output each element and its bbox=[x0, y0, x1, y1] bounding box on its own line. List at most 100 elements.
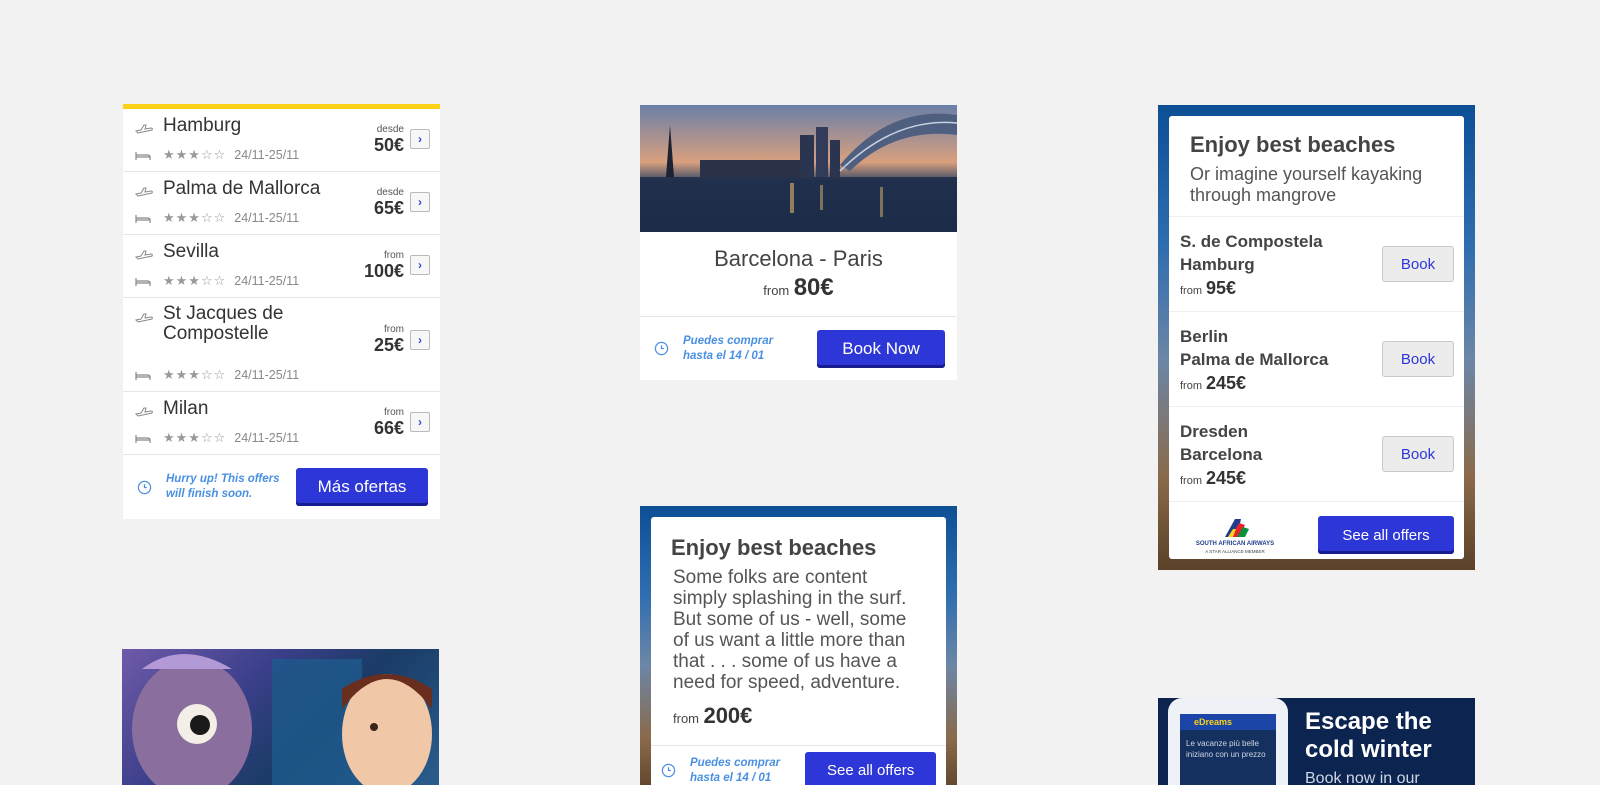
promo-price: from 200€ bbox=[651, 693, 946, 729]
beaches-routes-card: Enjoy best beaches Or imagine yourself k… bbox=[1158, 105, 1475, 570]
plane-icon bbox=[135, 124, 153, 134]
offer-price: 50€ bbox=[373, 134, 404, 155]
airline-tail-icon bbox=[1225, 518, 1249, 537]
price-from-label: from bbox=[1180, 474, 1202, 487]
clock-icon bbox=[654, 341, 669, 356]
route-price: 245€ bbox=[1206, 372, 1247, 393]
price-value: 80€ bbox=[793, 274, 834, 301]
bed-icon bbox=[135, 435, 151, 443]
promo-image bbox=[132, 654, 432, 785]
book-button[interactable]: Book bbox=[1382, 341, 1454, 377]
price-from-label: from bbox=[763, 283, 790, 298]
rating-stars: ★★★☆☆ bbox=[163, 210, 227, 225]
book-now-button[interactable]: Book Now bbox=[817, 329, 945, 368]
route-price: from 80€ bbox=[640, 274, 957, 302]
offer-row[interactable]: Palma de Mallorca ★★★☆☆ 24/11-25/11 desde… bbox=[123, 172, 440, 235]
route-destination: Barcelona bbox=[1180, 444, 1263, 464]
phone-mockup: eDreams Le vacanze più belle iniziano co… bbox=[1168, 698, 1288, 785]
chevron-right-icon[interactable]: › bbox=[410, 330, 430, 350]
offer-dates: 24/11-25/11 bbox=[234, 274, 300, 288]
card-subtitle: Or imagine yourself kayaking through man… bbox=[1190, 164, 1423, 205]
route-footer: Puedes comprar hasta el 14 / 01 Book Now bbox=[640, 316, 957, 380]
list-footer: Hurry up! This offers will finish soon. … bbox=[123, 455, 440, 519]
price-from-label: from bbox=[1180, 284, 1202, 297]
phone-brand: eDreams bbox=[1180, 714, 1276, 730]
rating-stars: ★★★☆☆ bbox=[163, 430, 227, 445]
chevron-right-icon[interactable]: › bbox=[410, 255, 430, 275]
winter-title: Escape the cold winter bbox=[1305, 708, 1432, 763]
airline-name: SOUTH AFRICAN AIRWAYS bbox=[1195, 540, 1275, 547]
bed-icon bbox=[135, 152, 151, 160]
rating-stars: ★★★☆☆ bbox=[163, 147, 227, 162]
route-price: 95€ bbox=[1206, 277, 1237, 298]
price-from-label: from bbox=[384, 249, 404, 261]
offer-city: Palma de Mallorca bbox=[163, 178, 321, 199]
beaches-promo-card: Enjoy best beaches Some folks are conten… bbox=[640, 506, 957, 785]
route-origin: Berlin bbox=[1180, 326, 1229, 346]
offer-row[interactable]: Milan ★★★☆☆ 24/11-25/11 from 66€ › bbox=[123, 392, 440, 455]
offer-price: 25€ bbox=[373, 335, 404, 355]
card-footer: Puedes comprar hasta el 14 / 01 See all … bbox=[651, 745, 946, 785]
plane-icon bbox=[135, 187, 153, 197]
price-from-label: from bbox=[673, 711, 699, 726]
book-button[interactable]: Book bbox=[1382, 436, 1454, 472]
plane-icon bbox=[135, 313, 153, 323]
offer-dates: 24/11-25/11 bbox=[234, 148, 300, 162]
offer-price: 100€ bbox=[363, 260, 404, 281]
see-all-offers-button[interactable]: See all offers bbox=[1318, 516, 1454, 554]
clock-icon bbox=[661, 763, 676, 778]
chevron-right-icon[interactable]: › bbox=[410, 192, 430, 212]
chevron-right-icon[interactable]: › bbox=[410, 412, 430, 432]
offer-price: 66€ bbox=[373, 417, 404, 438]
more-offers-button[interactable]: Más ofertas bbox=[296, 468, 428, 506]
offer-city: St Jacques de Compostelle bbox=[163, 303, 284, 344]
airline-tagline: A STAR ALLIANCE MEMBER bbox=[1205, 548, 1265, 554]
rating-stars: ★★★☆☆ bbox=[163, 273, 227, 288]
offer-price: 65€ bbox=[373, 197, 404, 218]
route-origin: Dresden bbox=[1180, 421, 1249, 441]
offer-row[interactable]: Sevilla ★★★☆☆ 24/11-25/11 from 100€ › bbox=[123, 235, 440, 298]
route-row: Dresden Barcelona from 245€ Book bbox=[1169, 407, 1464, 502]
offer-city: Milan bbox=[163, 398, 209, 419]
offer-row[interactable]: Hamburg ★★★☆☆ 24/11-25/11 desde 50€ › bbox=[123, 109, 440, 172]
route-destination: Palma de Mallorca bbox=[1180, 349, 1329, 369]
airline-logo: SOUTH AFRICAN AIRWAYS A STAR ALLIANCE ME… bbox=[1195, 517, 1275, 554]
price-from-label: desde bbox=[376, 123, 404, 135]
offer-dates: 24/11-25/11 bbox=[234, 368, 300, 382]
book-button[interactable]: Book bbox=[1382, 246, 1454, 282]
bed-icon bbox=[135, 215, 151, 223]
route-title: Barcelona - Paris bbox=[714, 246, 883, 271]
chevron-right-icon[interactable]: › bbox=[410, 129, 430, 149]
route-row: Berlin Palma de Mallorca from 245€ Book bbox=[1169, 312, 1464, 407]
price-from-label: from bbox=[384, 324, 404, 335]
clock-icon bbox=[137, 480, 152, 494]
offer-city: Sevilla bbox=[163, 241, 219, 262]
family-photo-card[interactable] bbox=[122, 649, 439, 785]
offers-list-card: Hamburg ★★★☆☆ 24/11-25/11 desde 50€ › Pal… bbox=[123, 104, 440, 519]
buy-until-text: Puedes comprar hasta el 14 / 01 bbox=[683, 334, 774, 362]
offer-city: Hamburg bbox=[163, 115, 242, 136]
plane-icon bbox=[135, 407, 153, 417]
winter-subtitle: Book now in our bbox=[1305, 770, 1420, 785]
buy-until-text: Puedes comprar hasta el 14 / 01 bbox=[690, 756, 781, 784]
route-offer-card: Barcelona - Paris from 80€ Puedes compra… bbox=[640, 105, 957, 380]
route-row: S. de Compostela Hamburg from 95€ Book bbox=[1169, 217, 1464, 312]
beaches-card-panel: Enjoy best beaches Or imagine yourself k… bbox=[1169, 116, 1464, 559]
route-price: 245€ bbox=[1206, 467, 1247, 488]
card-title: Enjoy best beaches bbox=[671, 535, 877, 560]
card-description: Some folks are content simply splashing … bbox=[673, 567, 907, 693]
route-destination: Hamburg bbox=[1180, 254, 1255, 274]
offer-dates: 24/11-25/11 bbox=[234, 211, 300, 225]
winter-promo-card[interactable]: eDreams Le vacanze più belle iniziano co… bbox=[1158, 698, 1475, 785]
city-skyline-image bbox=[640, 105, 957, 232]
route-origin: S. de Compostela bbox=[1180, 231, 1323, 251]
beaches-promo-panel: Enjoy best beaches Some folks are conten… bbox=[651, 517, 946, 785]
bed-icon bbox=[135, 372, 151, 380]
price-from-label: from bbox=[384, 406, 404, 418]
see-all-offers-button[interactable]: See all offers bbox=[805, 751, 936, 785]
phone-text: Le vacanze più belle iniziano con un pre… bbox=[1186, 739, 1266, 759]
offer-row[interactable]: St Jacques de Compostelle ★★★☆☆ 24/11-25/… bbox=[123, 298, 440, 392]
card-title: Enjoy best beaches bbox=[1190, 132, 1396, 157]
price-from-label: from bbox=[1180, 379, 1202, 392]
offer-dates: 24/11-25/11 bbox=[234, 431, 300, 445]
